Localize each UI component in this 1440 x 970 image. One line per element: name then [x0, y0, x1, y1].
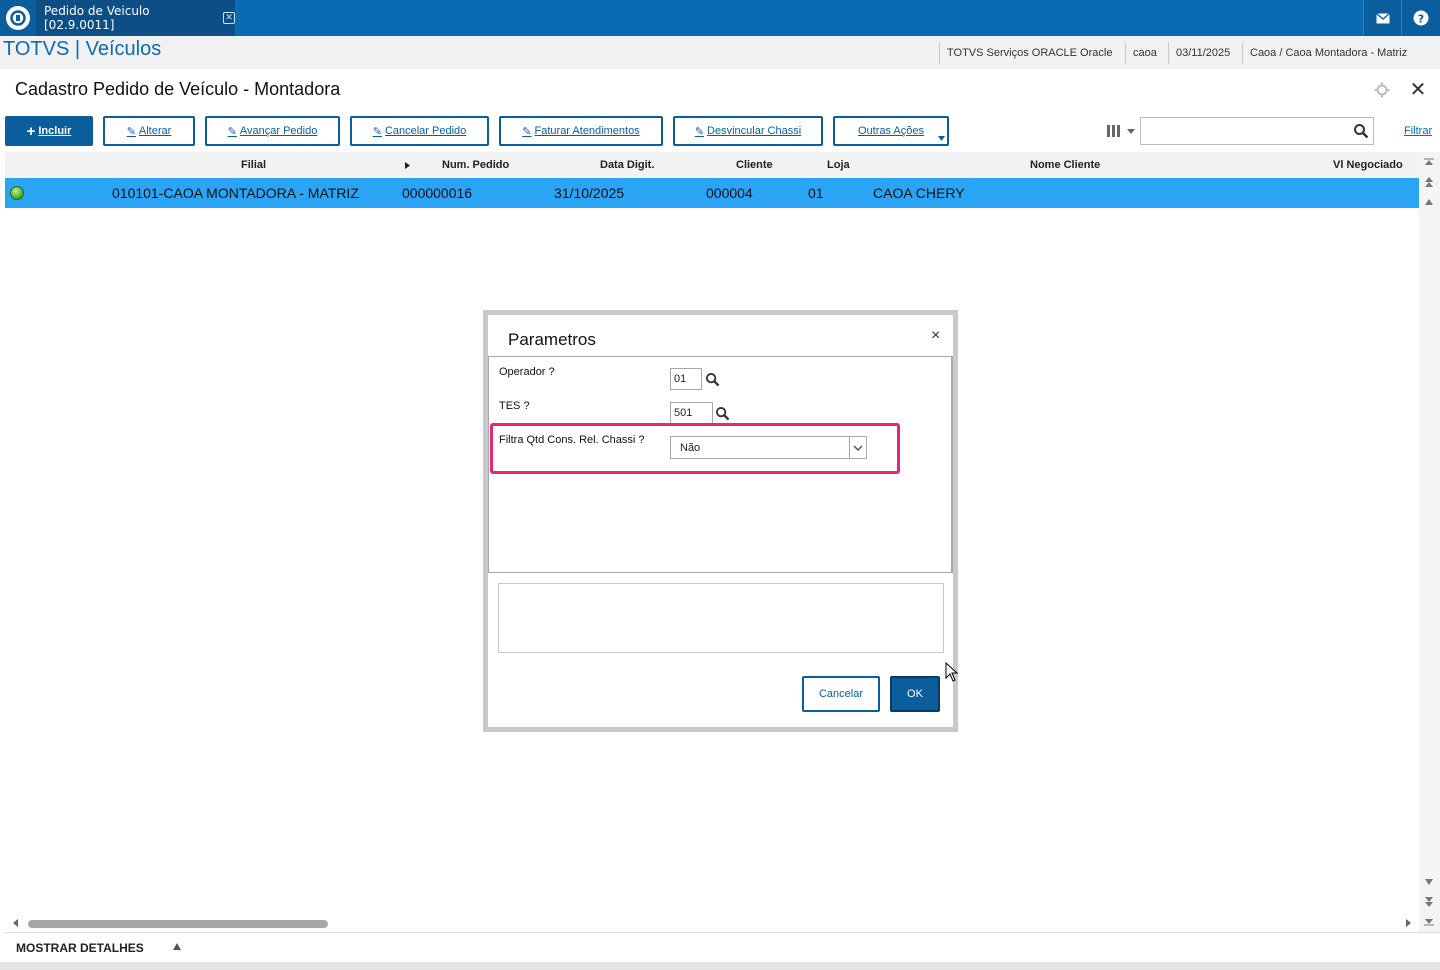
- totvs-logo-icon[interactable]: [0, 0, 36, 36]
- cell-data-digit: 31/10/2025: [554, 185, 625, 201]
- gear-icon[interactable]: [1374, 82, 1390, 98]
- mostrar-detalhes-label[interactable]: MOSTRAR DETALHES: [16, 941, 144, 955]
- alterar-label: Alterar: [138, 125, 172, 137]
- columns-icon[interactable]: [1103, 119, 1139, 143]
- pencil-icon: ✎: [694, 125, 705, 138]
- top-bar: Pedido de Veiculo [02.9.0011] ✕ ?: [0, 0, 1440, 36]
- scroll-page-down-icon[interactable]: [1421, 894, 1437, 910]
- ok-button[interactable]: OK: [890, 676, 940, 712]
- cell-loja: 01: [808, 185, 824, 201]
- column-header-num-pedido[interactable]: Num. Pedido: [442, 159, 509, 171]
- scroll-up-icon[interactable]: [1421, 194, 1437, 210]
- pencil-icon: ✎: [227, 125, 237, 138]
- date-info: 03/11/2025: [1168, 42, 1237, 64]
- cancel-button[interactable]: Cancelar: [802, 676, 880, 712]
- tes-input[interactable]: 501: [670, 402, 713, 424]
- help-icon[interactable]: ?: [1401, 0, 1440, 36]
- column-header-cliente[interactable]: Cliente: [736, 159, 773, 171]
- filtrar-link[interactable]: Filtrar: [1404, 125, 1432, 137]
- brand-title: TOTVS | Veículos: [3, 38, 162, 60]
- column-header-data-digit[interactable]: Data Digit.: [600, 159, 654, 171]
- cancelar-label: Cancelar Pedido: [384, 125, 467, 137]
- incluir-label: Incluir: [38, 125, 72, 137]
- cell-cliente: 000004: [706, 185, 753, 201]
- mouse-cursor-icon: [945, 662, 959, 682]
- column-header-nome-cliente[interactable]: Nome Cliente: [1030, 159, 1100, 171]
- scroll-thumb[interactable]: [28, 920, 328, 928]
- dialog-title: Parametros: [508, 330, 596, 349]
- parametros-dialog: Parametros × Operador ? 01 TES ? 501 Fil…: [483, 310, 958, 732]
- parameters-form: Operador ? 01 TES ? 501 Filtra Qtd Cons.…: [488, 356, 953, 573]
- search-icon[interactable]: [1353, 123, 1369, 139]
- scroll-down-icon[interactable]: [1421, 874, 1437, 890]
- dialog-body: Parametros × Operador ? 01 TES ? 501 Fil…: [488, 315, 953, 727]
- grid-header: Filial Num. Pedido Data Digit. Cliente L…: [5, 152, 1419, 178]
- tes-search-icon[interactable]: [715, 406, 730, 421]
- details-footer[interactable]: MOSTRAR DETALHES: [5, 932, 1440, 962]
- avancar-label: Avançar Pedido: [239, 125, 318, 137]
- highlight-box: [490, 423, 900, 474]
- pencil-icon: ✎: [126, 125, 136, 138]
- status-green-icon: [10, 186, 24, 200]
- alterar-button[interactable]: ✎ Alterar: [103, 116, 195, 146]
- sort-arrow-icon[interactable]: [405, 162, 410, 169]
- operador-label: Operador ?: [499, 366, 555, 378]
- vertical-scrollbar[interactable]: [1419, 152, 1440, 932]
- close-page-icon[interactable]: ✕: [1408, 80, 1428, 100]
- outras-acoes-button[interactable]: Outras Ações: [833, 116, 949, 146]
- environment-info: TOTVS Serviços ORACLE Oracle: [939, 42, 1119, 64]
- faturar-atendimentos-button[interactable]: ✎ Faturar Atendimentos: [499, 116, 663, 146]
- column-header-loja[interactable]: Loja: [827, 159, 850, 171]
- scroll-left-icon[interactable]: [11, 918, 21, 928]
- search-input[interactable]: [1141, 118, 1341, 144]
- cancelar-pedido-button[interactable]: ✎ Cancelar Pedido: [350, 116, 489, 146]
- desvincular-chassi-button[interactable]: ✎ Desvincular Chassi: [673, 116, 823, 146]
- column-header-filial[interactable]: Filial: [241, 159, 266, 171]
- avancar-pedido-button[interactable]: ✎ Avançar Pedido: [205, 116, 340, 146]
- desvincular-label: Desvincular Chassi: [707, 125, 802, 137]
- operador-input[interactable]: 01: [670, 368, 702, 390]
- outras-label: Outras Ações: [857, 125, 925, 137]
- mail-icon[interactable]: [1363, 0, 1401, 36]
- cell-num-pedido: 000000016: [402, 185, 473, 201]
- search-field[interactable]: [1140, 117, 1374, 145]
- company-info: Caoa / Caoa Montadora - Matriz: [1242, 42, 1414, 64]
- plus-icon: +: [26, 122, 36, 140]
- cell-filial: 010101-CAOA MONTADORA - MATRIZ: [112, 185, 359, 201]
- dialog-close-icon[interactable]: ×: [931, 327, 940, 345]
- scroll-page-up-icon[interactable]: [1421, 174, 1437, 190]
- tes-label: TES ?: [499, 400, 530, 412]
- pencil-icon: ✎: [372, 125, 382, 138]
- app-tab[interactable]: Pedido de Veiculo [02.9.0011] ✕: [36, 0, 235, 36]
- horizontal-scrollbar[interactable]: [5, 914, 1419, 932]
- chevron-down-icon: [1127, 128, 1135, 134]
- bottom-edge: [0, 962, 1440, 970]
- svg-text:?: ?: [1418, 13, 1424, 26]
- column-header-vl-negociado[interactable]: Vl Negociado: [1333, 159, 1403, 171]
- tab-close-icon[interactable]: ✕: [223, 12, 235, 24]
- cell-nome-cliente: CAOA CHERY: [873, 185, 965, 201]
- user-info: caoa: [1125, 42, 1164, 64]
- app-tab-label: Pedido de Veiculo [02.9.0011]: [44, 4, 150, 32]
- table-row[interactable]: 010101-CAOA MONTADORA - MATRIZ 000000016…: [5, 178, 1419, 208]
- dialog-description-area: [498, 583, 944, 653]
- page-title: Cadastro Pedido de Veículo - Montadora: [15, 79, 341, 99]
- scroll-right-icon[interactable]: [1403, 918, 1413, 928]
- incluir-button[interactable]: + Incluir: [5, 116, 93, 146]
- scroll-top-icon[interactable]: [1421, 154, 1437, 170]
- scroll-bottom-icon[interactable]: [1421, 914, 1437, 930]
- pencil-icon: ✎: [522, 125, 532, 138]
- faturar-label: Faturar Atendimentos: [534, 125, 640, 137]
- caret-down-icon: [938, 136, 945, 141]
- operador-search-icon[interactable]: [705, 372, 720, 387]
- caret-up-icon[interactable]: [173, 943, 181, 950]
